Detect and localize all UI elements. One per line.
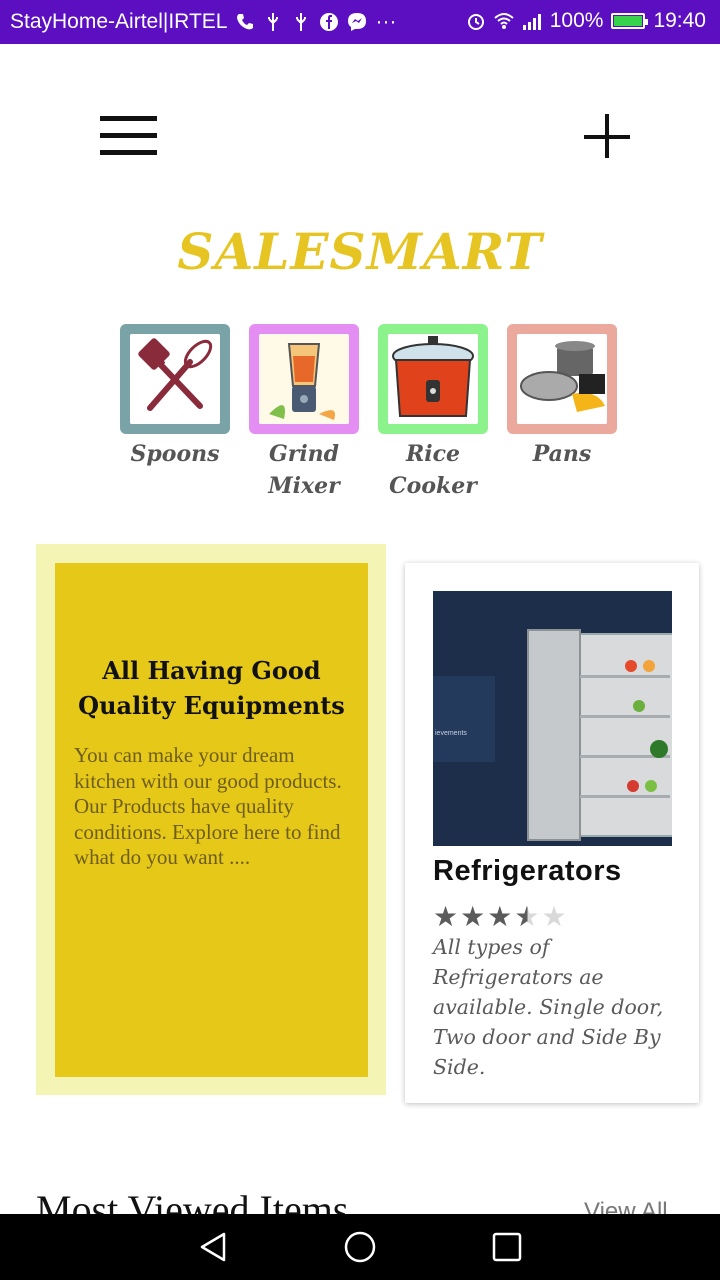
category-tile [507, 324, 617, 434]
wifi-icon [494, 13, 514, 29]
status-bar: StayHome-Airtel|IRTEL ··· 100% 19:40 [0, 0, 720, 44]
promo-card[interactable]: All Having Good Quality Equipments You c… [36, 544, 386, 1095]
category-grind-mixer[interactable]: Grind Mixer [249, 324, 359, 502]
product-card-refrigerators[interactable]: ievements Refrigerators ★★★★★ All types … [405, 563, 699, 1103]
view-all-link[interactable]: View All [584, 1198, 668, 1214]
category-spoons[interactable]: Spoons [120, 324, 230, 470]
plus-icon[interactable] [584, 112, 634, 162]
usb-icon [268, 13, 279, 31]
rating-stars: ★★★★★ [433, 903, 569, 931]
battery-level-fill [614, 16, 643, 26]
star-icon: ★ [433, 900, 461, 933]
product-name: Refrigerators [433, 855, 622, 887]
produce-item [625, 660, 637, 672]
product-image: ievements [433, 591, 672, 846]
signal-icon [522, 14, 541, 30]
category-tile [120, 324, 230, 434]
app-title: SALESMART [177, 222, 543, 281]
produce-item [645, 780, 657, 792]
category-rice-cooker[interactable]: Rice Cooker [378, 324, 488, 502]
category-label: Pans [532, 441, 592, 467]
fridge-shelf [580, 675, 670, 678]
facebook-icon [320, 13, 339, 31]
produce-item [643, 660, 655, 672]
hamburger-menu-icon[interactable] [100, 116, 158, 158]
promo-inner: All Having Good Quality Equipments You c… [55, 563, 368, 1077]
fridge-door [527, 629, 581, 841]
category-list: Spoons Grind Mixer Rice Cooker Pans [120, 324, 620, 514]
star-icon: ★ [514, 900, 542, 933]
image-panel: ievements [433, 676, 495, 762]
rice-cooker-icon [388, 334, 478, 424]
navigation-bar [0, 1214, 720, 1280]
pans-icon [517, 334, 607, 424]
fridge-shelf [580, 795, 670, 798]
produce-item [650, 740, 668, 758]
back-icon[interactable] [196, 1230, 230, 1264]
category-label: Grind Mixer [268, 441, 340, 499]
category-label: Rice Cooker [389, 441, 477, 499]
carrier-label: StayHome-Airtel|IRTEL [10, 10, 228, 33]
star-icon: ★ [541, 900, 569, 933]
clock: 19:40 [653, 9, 706, 32]
app-screen: SALESMART Spoons Grind Mixer Rice Cooker… [0, 44, 720, 1214]
produce-item [627, 780, 639, 792]
star-icon: ★ [460, 900, 488, 933]
produce-item [633, 700, 645, 712]
image-text: ievements [435, 730, 467, 737]
category-tile [249, 324, 359, 434]
category-label: Spoons [130, 441, 220, 467]
fridge-graphic [527, 629, 672, 841]
category-pans[interactable]: Pans [507, 324, 617, 470]
phone-icon [237, 14, 254, 30]
more-indicator: ··· [375, 10, 397, 33]
star-icon: ★ [487, 900, 515, 933]
battery-percent: 100% [549, 9, 604, 32]
usb-icon [296, 13, 307, 31]
blender-icon [259, 334, 349, 424]
alarm-icon [467, 14, 484, 30]
category-tile [378, 324, 488, 434]
promo-body: You can make your dream kitchen with our… [74, 743, 342, 869]
battery-icon [611, 13, 649, 29]
promo-title: All Having Good Quality Equipments [78, 656, 345, 720]
fridge-shelf [580, 715, 670, 718]
recents-icon[interactable] [490, 1230, 524, 1264]
product-description: All types of Refrigerators ae available.… [433, 935, 664, 1079]
section-title: Most Viewed Items [36, 1187, 349, 1214]
home-icon[interactable] [343, 1230, 377, 1264]
utensils-icon [130, 334, 220, 424]
messenger-icon [348, 13, 367, 31]
